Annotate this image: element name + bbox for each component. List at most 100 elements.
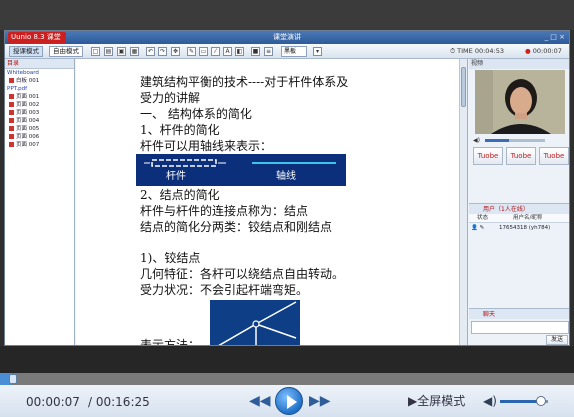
user-row[interactable]: 👤 ✎ 17654318 (yh784) [469, 224, 569, 233]
progress-knob[interactable] [9, 374, 17, 384]
video-volume-row: ◀) [473, 136, 567, 145]
volume-knob[interactable] [536, 396, 546, 406]
progress-bar[interactable] [0, 373, 574, 385]
move-icon[interactable]: ✥ [171, 47, 180, 56]
outline-item[interactable]: 页面 007 [5, 141, 74, 149]
line-icon[interactable]: ⁄ [211, 47, 220, 56]
line-width-icon[interactable]: ≡ [264, 47, 273, 56]
options-icon[interactable]: ▾ [313, 47, 322, 56]
outline-folder[interactable]: Whiteboard [5, 69, 74, 77]
page-icon [9, 118, 14, 123]
page-icon [9, 110, 14, 115]
outline-item[interactable]: 白板 001 [5, 77, 74, 85]
outline-item-label: 页面 006 [16, 134, 40, 140]
outline-header: 目录 [5, 59, 74, 69]
outline-item[interactable]: 页面 004 [5, 117, 74, 125]
video-letterbox [0, 346, 574, 373]
outline-item-label: 页面 001 [16, 94, 40, 100]
save-icon[interactable]: ▤ [104, 47, 113, 56]
outline-folder[interactable]: PPT.pdf [5, 85, 74, 93]
video-volume-fill [485, 139, 509, 142]
doc-title-line-1: 建筑结构平衡的技术----对于杆件体系及 [140, 75, 349, 89]
rewind-icon[interactable]: ◀◀ [249, 392, 271, 410]
player-controls: 00:00:07 / 00:16:25 ◀◀ ▶▶ ▶全屏模式 ◀) [0, 385, 574, 417]
fullscreen-button[interactable]: ▶全屏模式 [408, 394, 465, 408]
redo-icon[interactable]: ↷ [158, 47, 167, 56]
page-icon [9, 134, 14, 139]
fast-forward-icon[interactable]: ▶▶ [309, 392, 331, 410]
col-status: 状态 [477, 215, 489, 221]
record-value: 00:00:07 [532, 47, 562, 55]
outline-item[interactable]: 页面 001 [5, 93, 74, 101]
record-timer: ● 00:00:07 [525, 47, 562, 56]
doc-sub-2: 2、结点的简化 [140, 188, 220, 202]
outline-item[interactable]: 页面 006 [5, 133, 74, 141]
time-value: 00:04:53 [474, 47, 505, 55]
lecture-mode-button[interactable]: 授课模式 [9, 46, 43, 57]
canvas-select[interactable]: 黑板 [281, 46, 307, 57]
member-axis-diagram: 杆件 轴线 [136, 154, 346, 186]
print-icon[interactable]: ▣ [117, 47, 126, 56]
volume-fill [500, 400, 541, 403]
canvas-scrollbar[interactable] [459, 59, 467, 345]
doc-line-4: 几何特征：各杆可以绕结点自由转动。 [140, 267, 345, 281]
undo-icon[interactable]: ↶ [146, 47, 155, 56]
outline-item-label: PPT.pdf [7, 86, 28, 92]
doc-line-3: 结点的简化分两类：铰结点和刚结点 [140, 220, 333, 234]
seat-button-2[interactable]: Tuobe [506, 147, 536, 165]
diagram-member-label: 杆件 [166, 171, 186, 182]
doc-line-1: 杆件可以用轴线来表示： [140, 139, 273, 153]
classroom-app-window: Uunio 8.3 课堂 课堂演讲 _ □ × 授课模式 自由模式 □ ▤ ▣ … [4, 30, 570, 346]
page-icon [9, 94, 14, 99]
player-stage: Uunio 8.3 课堂 课堂演讲 _ □ × 授课模式 自由模式 □ ▤ ▣ … [0, 0, 574, 417]
hinge-joint-svg [218, 301, 297, 345]
page-icon [9, 78, 14, 83]
record-dot-icon: ● [525, 47, 531, 55]
video-volume-slider[interactable] [485, 139, 545, 142]
outline-panel: 目录 Whiteboard 白板 001 PPT.pdf 页面 001 页面 002 页面… [5, 59, 75, 345]
send-button[interactable]: 发送 [546, 335, 568, 345]
outline-item-label: 页面 007 [16, 142, 40, 148]
doc-line-5: 受力状况：不会引起杆端弯矩。 [140, 283, 309, 297]
eraser-icon[interactable]: ◧ [235, 47, 244, 56]
outline-item-label: 页面 002 [16, 102, 40, 108]
free-mode-button[interactable]: 自由模式 [49, 46, 83, 57]
new-page-icon[interactable]: □ [91, 47, 100, 56]
text-icon[interactable]: A [223, 47, 232, 56]
teacher-video [475, 70, 565, 134]
chat-input[interactable] [471, 321, 569, 334]
time-label: TIME [457, 47, 473, 55]
outline-item-label: 页面 005 [16, 126, 40, 132]
seat-button-1[interactable]: Tuobe [473, 147, 503, 165]
outline-item-label: 页面 004 [16, 118, 40, 124]
top-black-bar [0, 0, 574, 30]
outline-item-label: 页面 003 [16, 110, 40, 116]
outline-item[interactable]: 页面 003 [5, 109, 74, 117]
screenshot-icon[interactable]: ▦ [130, 47, 139, 56]
toolbar: 授课模式 自由模式 □ ▤ ▣ ▦ ↶ ↷ ✥ ✎ ▭ ⁄ A ◧ ■ ≡ 黑板… [5, 44, 569, 59]
page-icon [9, 102, 14, 107]
session-timer: ⏱ TIME 00:04:53 [450, 47, 505, 55]
col-name: 用户名/昵称 [513, 215, 543, 221]
right-panel: 视频 ◀) Tuobe Tuobe Tuobe 用户（1人在线） 状态 用户名/… [469, 59, 569, 345]
users-columns: 状态 用户名/昵称 [469, 214, 569, 223]
scrollbar-thumb[interactable] [461, 67, 466, 107]
pen-icon[interactable]: ✎ [187, 47, 196, 56]
color-icon[interactable]: ■ [251, 47, 260, 56]
teacher-video-svg [475, 70, 565, 134]
window-controls[interactable]: _ □ × [545, 31, 565, 44]
outline-item[interactable]: 页面 002 [5, 101, 74, 109]
doc-section-1: 一、 结构体系的简化 [140, 107, 252, 121]
whiteboard-canvas[interactable]: 建筑结构平衡的技术----对于杆件体系及 受力的讲解 一、 结构体系的简化 1、… [76, 59, 468, 345]
volume-icon[interactable]: ◀) [483, 394, 497, 408]
play-button[interactable] [275, 387, 303, 415]
seat-button-3[interactable]: Tuobe [539, 147, 569, 165]
outline-item[interactable]: 页面 005 [5, 125, 74, 133]
chat-header: 聊天 [469, 308, 569, 319]
page-icon [9, 126, 14, 131]
rectangle-icon[interactable]: ▭ [199, 47, 208, 56]
window-title: 课堂演讲 [273, 33, 301, 41]
user-name: 17654318 (yh784) [499, 225, 551, 231]
diagram-axis-label: 轴线 [276, 171, 296, 182]
speaker-icon[interactable]: ◀) [473, 137, 480, 144]
